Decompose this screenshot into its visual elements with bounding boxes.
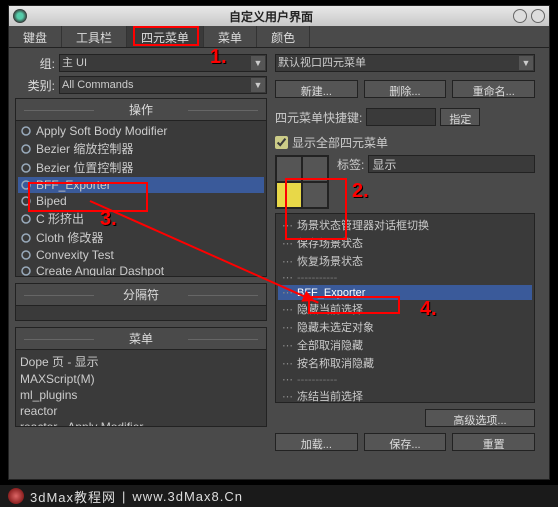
quad-tl[interactable]: [277, 157, 301, 181]
separator-panel: 分隔符: [15, 283, 267, 321]
list-item[interactable]: Create Angular Dashpot: [18, 263, 264, 276]
action-icon: [20, 265, 32, 276]
tab-menu[interactable]: 菜单: [204, 26, 257, 47]
close-button[interactable]: [531, 9, 545, 23]
list-item[interactable]: BFF_Exporter: [18, 177, 264, 193]
right-column: 默认视口四元菜单 新建... 删除... 重命名... 四元菜单快捷键: 指定 …: [275, 54, 535, 451]
footer-sep: |: [122, 489, 126, 504]
list-item[interactable]: Bezier 位置控制器: [18, 158, 264, 177]
list-item[interactable]: Bezier 缩放控制器: [18, 139, 264, 158]
assign-button[interactable]: 指定: [440, 108, 480, 126]
delete-button[interactable]: 删除...: [364, 80, 447, 98]
tab-quad-menu[interactable]: 四元菜单: [127, 26, 204, 47]
action-icon: [20, 232, 32, 244]
list-item[interactable]: Biped: [18, 193, 264, 209]
group-dropdown[interactable]: 主 UI: [59, 54, 267, 72]
list-item[interactable]: Apply Soft Body Modifier: [18, 123, 264, 139]
action-icon: [20, 179, 32, 191]
footer-site: 3dMax教程网: [30, 487, 116, 506]
window-title: 自定义用户界面: [33, 8, 509, 25]
customize-ui-window: 自定义用户界面 键盘 工具栏 四元菜单 菜单 颜色 组: 主 UI 类别: Al…: [8, 5, 550, 480]
show-all-label: 显示全部四元菜单: [292, 134, 388, 151]
minimize-button[interactable]: [513, 9, 527, 23]
separator-body: [16, 306, 266, 320]
quad-tr[interactable]: [303, 157, 327, 181]
action-icon: [20, 125, 32, 137]
reset-button[interactable]: 重置: [452, 433, 535, 451]
group-label: 组:: [15, 55, 55, 72]
load-button[interactable]: 加载...: [275, 433, 358, 451]
quad-preview[interactable]: [275, 155, 329, 209]
list-item[interactable]: 全部取消隐藏: [278, 336, 532, 354]
list-item[interactable]: -----------: [278, 372, 532, 387]
list-item[interactable]: ml_plugins: [18, 387, 264, 403]
category-dropdown[interactable]: All Commands: [59, 76, 267, 94]
menus-panel: 菜单 Dope 页 - 显示MAXScript(M)ml_pluginsreac…: [15, 327, 267, 427]
operations-panel: 操作 Apply Soft Body ModifierBezier 缩放控制器B…: [15, 98, 267, 277]
operations-list[interactable]: Apply Soft Body ModifierBezier 缩放控制器Bezi…: [16, 121, 266, 276]
menus-list[interactable]: Dope 页 - 显示MAXScript(M)ml_pluginsreactor…: [16, 350, 266, 426]
list-item[interactable]: C 形挤出: [18, 209, 264, 228]
rename-button[interactable]: 重命名...: [452, 80, 535, 98]
left-column: 组: 主 UI 类别: All Commands 操作 Apply Soft B…: [15, 54, 267, 451]
show-all-checkbox[interactable]: [275, 136, 288, 149]
separator-header: 分隔符: [16, 284, 266, 306]
list-item[interactable]: MAXScript(M): [18, 371, 264, 387]
list-item[interactable]: 隐藏未选定对象: [278, 318, 532, 336]
tab-color[interactable]: 颜色: [257, 26, 310, 47]
action-icon: [20, 143, 32, 155]
quad-items-list[interactable]: 场景状态管理器对话框切换保存场景状态恢复场景状态-----------BFF_E…: [275, 213, 535, 403]
list-item[interactable]: 按名称取消隐藏: [278, 354, 532, 372]
action-icon: [20, 162, 32, 174]
footer-url: www.3dMax8.Cn: [132, 489, 243, 504]
tag-label: 标签:: [337, 156, 364, 173]
list-item[interactable]: 隐藏当前选择: [278, 300, 532, 318]
hotkey-input[interactable]: [366, 108, 436, 126]
list-item[interactable]: 恢复场景状态: [278, 252, 532, 270]
list-item[interactable]: 场景状态管理器对话框切换: [278, 216, 532, 234]
list-item[interactable]: reactor: [18, 403, 264, 419]
dialog-body: 组: 主 UI 类别: All Commands 操作 Apply Soft B…: [9, 48, 549, 457]
list-item[interactable]: BFF_Exporter: [278, 285, 532, 300]
advanced-button[interactable]: 高级选项...: [425, 409, 535, 427]
action-icon: [20, 195, 32, 207]
tab-bar: 键盘 工具栏 四元菜单 菜单 颜色: [9, 26, 549, 48]
quad-br[interactable]: [303, 183, 327, 207]
action-icon: [20, 249, 32, 261]
list-item[interactable]: 冻结当前选择: [278, 387, 532, 403]
list-item[interactable]: Cloth 修改器: [18, 228, 264, 247]
tab-toolbar[interactable]: 工具栏: [62, 26, 127, 47]
quad-bl[interactable]: [277, 183, 301, 207]
list-item[interactable]: -----------: [278, 270, 532, 285]
list-item[interactable]: Convexity Test: [18, 247, 264, 263]
list-item[interactable]: 保存场景状态: [278, 234, 532, 252]
save-button[interactable]: 保存...: [364, 433, 447, 451]
footer-watermark: 3dMax教程网 | www.3dMax8.Cn: [0, 485, 558, 507]
tab-keyboard[interactable]: 键盘: [9, 26, 62, 47]
quad-menu-dropdown[interactable]: 默认视口四元菜单: [275, 54, 535, 72]
new-button[interactable]: 新建...: [275, 80, 358, 98]
operations-header: 操作: [16, 99, 266, 121]
hotkey-label: 四元菜单快捷键:: [275, 109, 362, 126]
menus-header: 菜单: [16, 328, 266, 350]
action-icon: [20, 213, 32, 225]
app-logo-icon: [13, 9, 27, 23]
tag-input[interactable]: [368, 155, 535, 173]
footer-logo-icon: [8, 488, 24, 504]
list-item[interactable]: reactor - Apply Modifier: [18, 419, 264, 426]
titlebar: 自定义用户界面: [9, 6, 549, 26]
category-label: 类别:: [15, 77, 55, 94]
list-item[interactable]: Dope 页 - 显示: [18, 352, 264, 371]
